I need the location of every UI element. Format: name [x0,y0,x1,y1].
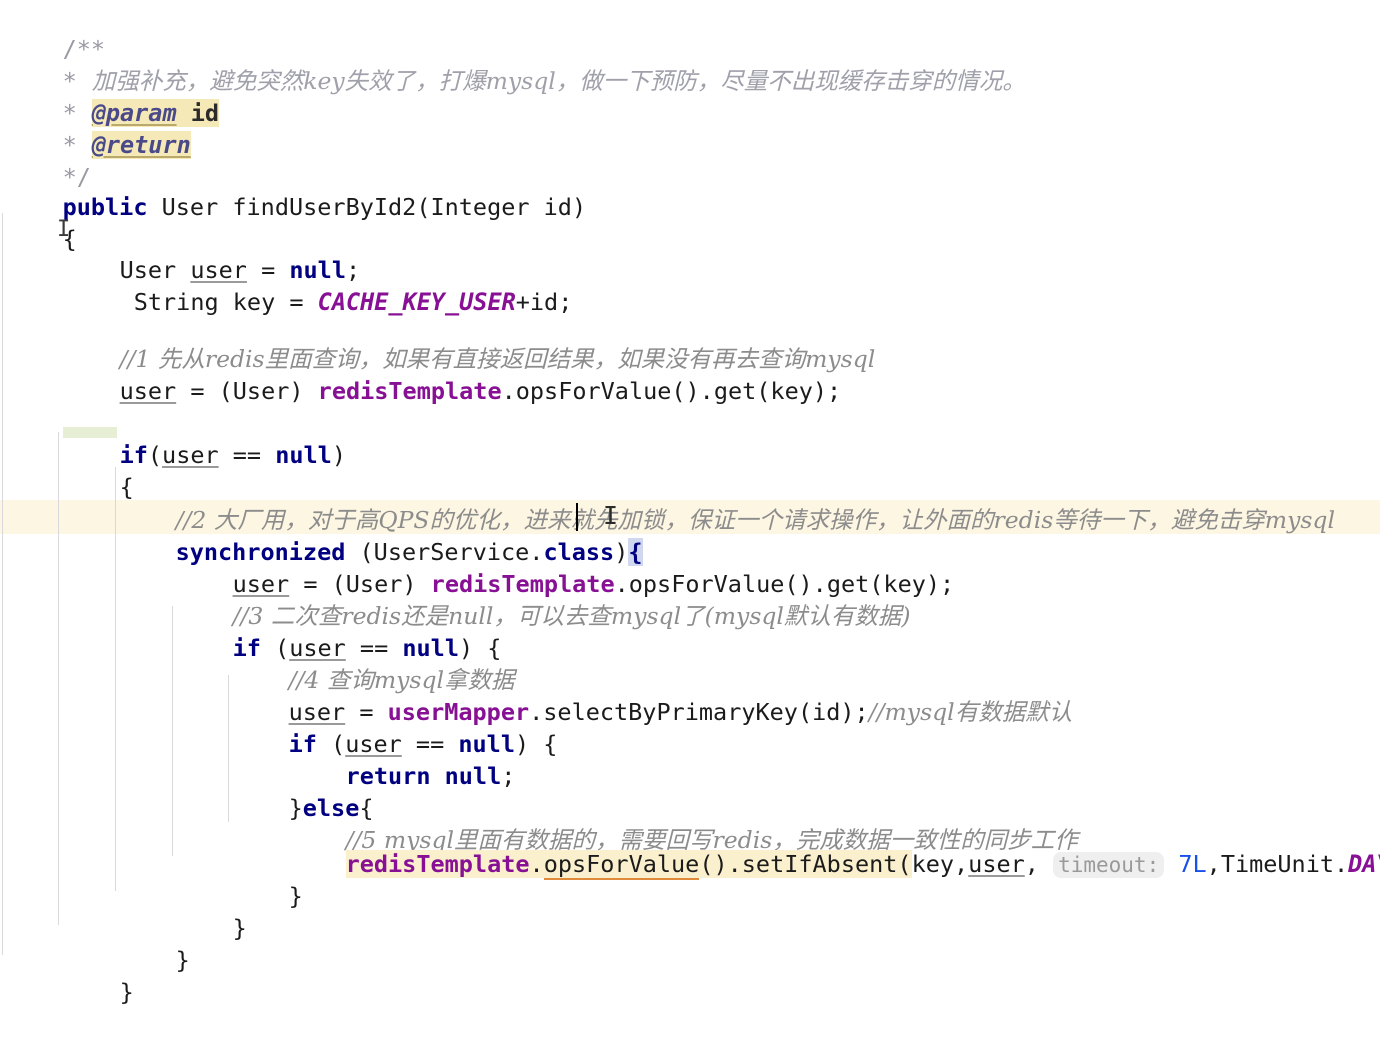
select-call: .selectByPrimaryKey(id); [529,697,869,726]
javadoc-summary-text: 加强补充，避免突然key失效了，打爆mysql，做一下预防，尽量不出现缓存击穿的… [91,66,1026,95]
close-brace: } [175,945,190,974]
javadoc-param-line: * @param id [6,61,220,127]
redis-set-if-absent-line: redisTemplate.opsForValue().setIfAbsent(… [289,812,1380,880]
javadoc-param-name: id [190,98,220,127]
field-redis-template: redisTemplate [317,376,502,405]
arg-user: user [968,849,1025,878]
close-brace-else: } [232,844,303,910]
arg-timeout-value: 7L [1178,849,1207,878]
i-beam-text-cursor-artifact: I [57,217,71,242]
method-name: findUserById2 [232,192,417,221]
call-parens: (). [699,849,742,878]
const-days: DAYS [1348,849,1380,878]
redis-get-call: .opsForValue().get(key); [501,376,842,405]
cast-user: = (User) [176,376,318,405]
javadoc-open: /** [6,0,105,63]
javadoc-return-line: * @return [6,93,191,159]
synchronized-line[interactable]: synchronized (UserService.class){ [119,500,643,566]
close-brace-if: } [63,940,134,1006]
i-beam-mouse-pointer: I [603,501,619,530]
text-caret [576,503,578,531]
literal-null: null [444,761,502,790]
javadoc-summary-line: * 加强补充，避免突然key失效了，打爆mysql，做一下预防，尽量不出现缓存击… [6,29,1026,95]
close-brace: } [232,913,247,942]
redis-get-line: user = (User) redisTemplate.opsForValue(… [63,339,842,405]
arg-timeunit: ,TimeUnit. [1206,849,1349,878]
indent-guide-4 [172,606,173,856]
inlay-hint-timeout: timeout: [1053,851,1165,878]
comment-2-line: //2 大厂用，对于高QPS的优化，进来就先加锁，保证一个请求操作，让外面的re… [119,468,1335,534]
indent-guide-3 [115,467,116,891]
dot: . [529,849,544,878]
return-null-line: return null; [289,724,516,790]
decl-key-line: String key = CACHE_KEY_USER+id; [63,250,573,316]
semicolon: ; [501,761,516,790]
return-type: User [161,192,219,221]
if-user-null-2-line: if (user == null) { [232,633,502,662]
field-redis-template: redisTemplate [345,849,530,878]
indent-guide-5 [228,675,229,822]
user-mapper-select-line: user = userMapper.selectByPrimaryKey(id)… [232,660,1073,726]
method-set-if-absent: setIfAbsent [741,849,898,878]
comment-1-line: //1 先从redis里面查询，如果有直接返回结果，如果没有再去查询mysql [63,307,876,373]
method-ops-for-value: opsForValue [543,849,700,880]
var-user: user [162,440,219,469]
if-user-null-3-line: if (user == null) { [288,729,558,758]
arg-comma: , [1024,849,1054,878]
close-brace-synchronized: } [119,908,190,974]
arg-key: key, [911,849,969,878]
redis-get-2-line: user = (User) redisTemplate.opsForValue(… [176,532,955,598]
if-suffix: ) { [514,729,558,758]
else-line: }else{ [232,756,374,822]
close-brace: } [288,881,303,910]
if-open-brace-line: { [63,435,134,501]
var-user: user [119,376,177,405]
close-paren: ) [331,440,346,469]
equality-op: == [218,440,276,469]
comment-4-line: //4 查询mysql拿数据 [232,628,515,694]
indent-guide-1 [2,213,3,955]
code-editor[interactable]: /** * 加强补充，避免突然key失效了，打爆mysql，做一下预防，尽量不出… [0,0,1380,1006]
comment-3-line: //3 二次查redis还是null，可以去查mysql了(mysql默认有数据… [176,564,911,630]
inline-comment-mysql: //mysql有数据默认 [868,697,1073,726]
indent-guide-2 [58,432,59,925]
decl-user-line: User user = null; [63,218,361,284]
close-brace: } [119,977,134,1006]
literal-null: null [275,440,332,469]
close-brace-if2: } [176,876,247,942]
method-params: (Integer id) [416,192,587,221]
open-paren: ( [147,440,163,469]
method-signature-line: public User findUserById2(Integer id) [6,155,587,221]
